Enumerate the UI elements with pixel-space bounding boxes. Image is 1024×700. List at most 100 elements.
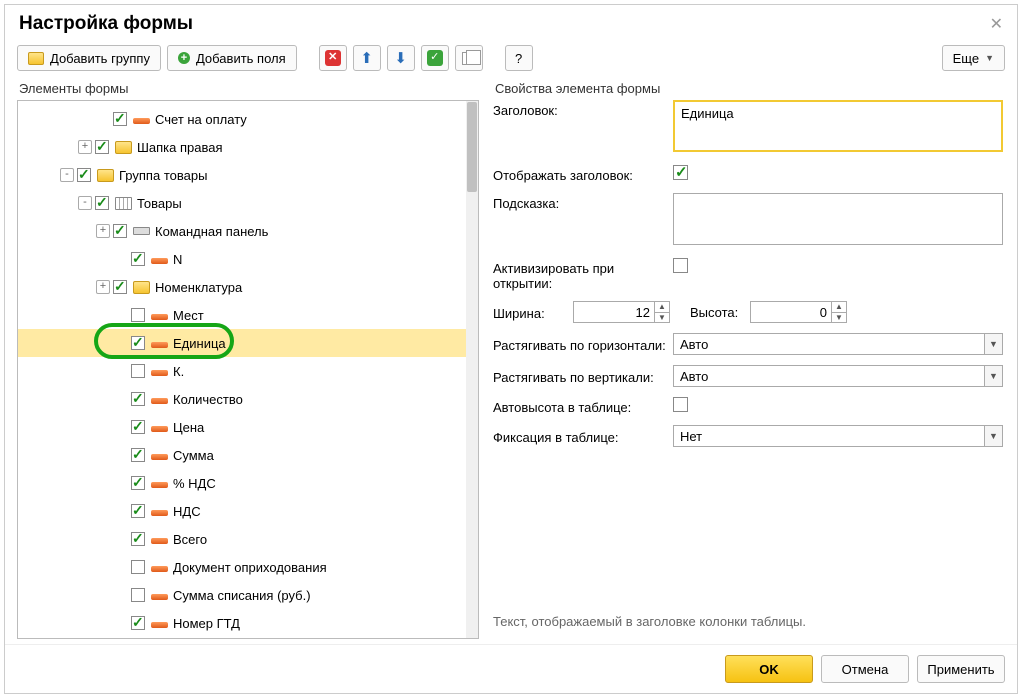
expand-icon[interactable]: +	[78, 140, 92, 154]
delete-button[interactable]: ✕	[319, 45, 347, 71]
tree-checkbox[interactable]	[131, 364, 145, 378]
tree-checkbox[interactable]	[131, 476, 145, 490]
tree-item-label: НДС	[173, 504, 201, 519]
prop-title-label: Заголовок:	[493, 100, 673, 118]
tree-checkbox[interactable]	[131, 252, 145, 266]
stretch-v-select[interactable]: ▼	[673, 365, 1003, 387]
tree-row[interactable]: Количество	[18, 385, 466, 413]
tree-row[interactable]: Мест	[18, 301, 466, 329]
height-up[interactable]: ▲	[832, 302, 846, 313]
expand-icon[interactable]: +	[96, 280, 110, 294]
hint-input[interactable]	[673, 193, 1003, 245]
properties-label: Свойства элемента формы	[493, 81, 1005, 96]
tree-scrollbar[interactable]	[466, 101, 478, 638]
tree-checkbox[interactable]	[95, 196, 109, 210]
tree-checkbox[interactable]	[131, 588, 145, 602]
elements-tree[interactable]: Счет на оплату+Шапка правая - Группа товар…	[17, 100, 479, 639]
prop-stretch-h-label: Растягивать по горизонтали:	[493, 335, 673, 353]
check-icon: ✓	[427, 50, 443, 66]
ok-button[interactable]: OK	[725, 655, 813, 683]
tree-checkbox[interactable]	[77, 168, 91, 182]
folder-icon	[97, 169, 114, 182]
width-spinner[interactable]: ▲▼	[573, 301, 670, 323]
tree-item-label: Мест	[173, 308, 204, 323]
tree-checkbox[interactable]	[113, 280, 127, 294]
move-down-button[interactable]: ⬇	[387, 45, 415, 71]
show-title-checkbox[interactable]	[673, 165, 688, 180]
property-hint: Текст, отображаемый в заголовке колонки …	[493, 614, 1005, 629]
tree-row[interactable]: N	[18, 245, 466, 273]
tree-item-label: Товары	[137, 196, 182, 211]
stretch-h-select[interactable]: ▼	[673, 333, 1003, 355]
help-icon: ?	[515, 51, 522, 66]
tree-checkbox[interactable]	[131, 308, 145, 322]
tree-row[interactable]: К.	[18, 357, 466, 385]
activate-checkbox[interactable]	[673, 258, 688, 273]
tree-row[interactable]: + Командная панель	[18, 217, 466, 245]
chevron-down-icon[interactable]: ▼	[984, 426, 1002, 446]
expand-icon[interactable]: +	[96, 224, 110, 238]
tree-row[interactable]: Единица	[18, 329, 466, 357]
width-input[interactable]	[574, 302, 654, 322]
tree-checkbox[interactable]	[95, 140, 109, 154]
apply-button[interactable]: Применить	[917, 655, 1005, 683]
expand-icon[interactable]: -	[60, 168, 74, 182]
copy-icon	[462, 52, 475, 65]
move-up-button[interactable]: ⬆	[353, 45, 381, 71]
autoheight-checkbox[interactable]	[673, 397, 688, 412]
tree-row[interactable]: Документ оприходования	[18, 553, 466, 581]
tree-row[interactable]: Всего	[18, 525, 466, 553]
more-button[interactable]: Eще ▼	[942, 45, 1005, 71]
copy-button[interactable]	[455, 45, 483, 71]
apply-button[interactable]: ✓	[421, 45, 449, 71]
height-input[interactable]	[751, 302, 831, 322]
tree-checkbox[interactable]	[131, 420, 145, 434]
expand-icon[interactable]: -	[78, 196, 92, 210]
tree-row[interactable]: % НДС	[18, 469, 466, 497]
height-spinner[interactable]: ▲▼	[750, 301, 847, 323]
tree-row[interactable]: НДС	[18, 497, 466, 525]
prop-showtitle-label: Отображать заголовок:	[493, 165, 673, 183]
tree-row[interactable]: Номер ГТД	[18, 609, 466, 637]
prop-hint-label: Подсказка:	[493, 193, 673, 211]
add-fields-button[interactable]: + Добавить поля	[167, 45, 297, 71]
field-icon	[151, 370, 168, 376]
tree-row[interactable]: Счет на оплату	[18, 105, 466, 133]
tree-row[interactable]: +Шапка правая	[18, 133, 466, 161]
tree-row[interactable]: Цена	[18, 413, 466, 441]
field-icon	[151, 594, 168, 600]
field-icon	[151, 314, 168, 320]
tree-checkbox[interactable]	[131, 504, 145, 518]
add-group-button[interactable]: Добавить группу	[17, 45, 161, 71]
tree-checkbox[interactable]	[131, 448, 145, 462]
tree-item-label: Всего	[173, 532, 207, 547]
width-down[interactable]: ▼	[655, 313, 669, 323]
tree-checkbox[interactable]	[131, 560, 145, 574]
height-down[interactable]: ▼	[832, 313, 846, 323]
field-icon	[151, 258, 168, 264]
tree-item-label: Группа товары	[119, 168, 207, 183]
tree-checkbox[interactable]	[131, 616, 145, 630]
delete-icon: ✕	[325, 50, 341, 66]
tree-item-label: Командная панель	[155, 224, 268, 239]
folder-plus-icon	[28, 52, 44, 65]
tree-row[interactable]: - Товары	[18, 189, 466, 217]
tree-row[interactable]: Сумма списания (руб.)	[18, 581, 466, 609]
tree-checkbox[interactable]	[131, 336, 145, 350]
tree-row[interactable]: Сумма	[18, 441, 466, 469]
cancel-button[interactable]: Отмена	[821, 655, 909, 683]
tree-checkbox[interactable]	[131, 532, 145, 546]
chevron-down-icon[interactable]: ▼	[984, 366, 1002, 386]
table-icon	[115, 197, 132, 210]
tree-row[interactable]: +Номенклатура	[18, 273, 466, 301]
tree-checkbox[interactable]	[113, 224, 127, 238]
tree-checkbox[interactable]	[131, 392, 145, 406]
help-button[interactable]: ?	[505, 45, 533, 71]
close-icon[interactable]: ✕	[990, 14, 1003, 34]
fixation-select[interactable]: ▼	[673, 425, 1003, 447]
chevron-down-icon[interactable]: ▼	[984, 334, 1002, 354]
width-up[interactable]: ▲	[655, 302, 669, 313]
tree-row[interactable]: - Группа товары	[18, 161, 466, 189]
tree-checkbox[interactable]	[113, 112, 127, 126]
title-input[interactable]	[673, 100, 1003, 152]
